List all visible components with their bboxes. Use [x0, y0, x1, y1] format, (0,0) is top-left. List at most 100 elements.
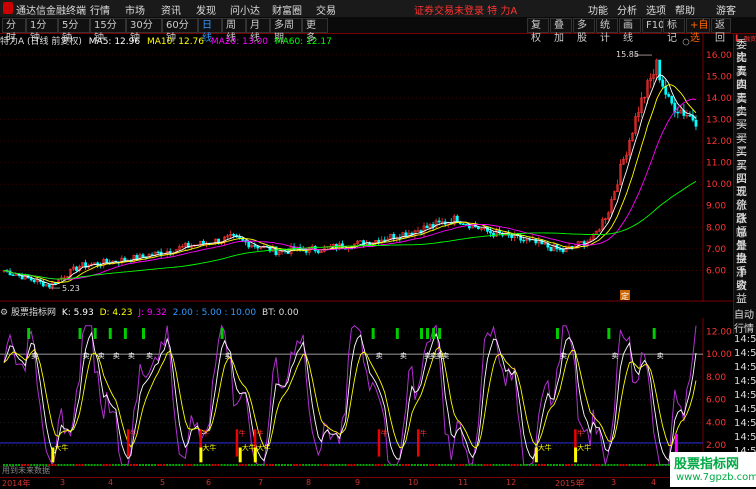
signal-dot: [413, 464, 416, 467]
price-chart[interactable]: 16.00 15.00 14.00 13.00 12.00 11.00 10.00 9.00 8…: [0, 34, 733, 302]
indicator-chart[interactable]: 12.0010.008.006.004.002.00卖卖卖卖卖卖卖卖卖卖卖卖卖卖…: [0, 318, 733, 477]
period-tab-4[interactable]: 30分钟: [126, 18, 162, 44]
signal-dot: [622, 464, 625, 467]
date-label-14: 4: [651, 478, 657, 487]
period-tab-9[interactable]: 多周期: [270, 18, 302, 44]
indicator-settings-icon[interactable]: ⚙: [0, 308, 8, 318]
period-tab-1[interactable]: 1分钟: [26, 18, 58, 44]
date-label-13: 3: [611, 478, 617, 487]
signal-dot: [151, 464, 154, 467]
signal-dot: [271, 464, 274, 467]
period-tab-8[interactable]: 月线: [246, 18, 270, 44]
price-y-tick: 12.00: [706, 137, 732, 147]
signal-dot: [129, 464, 132, 467]
period-tab-2[interactable]: 5分钟: [58, 18, 90, 44]
signal-dot: [311, 464, 314, 467]
ma20-line: [3, 98, 697, 281]
signal-dot: [184, 464, 187, 467]
signal-dot: [281, 464, 283, 467]
toolbar-button-8[interactable]: 返回: [711, 18, 731, 44]
menu-item-analysis[interactable]: 分析: [617, 2, 637, 17]
menu-item-wealth[interactable]: 财富圈: [272, 2, 302, 17]
menu-item-market-list[interactable]: 市场: [125, 2, 145, 17]
toolbar-button-3[interactable]: 统计: [596, 18, 618, 44]
signal-dot: [628, 464, 631, 467]
toolbar-button-1[interactable]: 叠加: [550, 18, 572, 44]
candle-body: [694, 119, 698, 127]
signal-dot: [531, 464, 534, 467]
sell-flag: [220, 327, 224, 339]
signal-dot: [93, 464, 96, 467]
time-label-0: 自动: [734, 310, 754, 321]
toolbar-button-4[interactable]: 画线: [619, 18, 641, 44]
sell-flag: [27, 327, 31, 339]
signal-dot: [299, 464, 302, 467]
signal-dot: [655, 464, 658, 467]
period-tab-5[interactable]: 60分钟: [162, 18, 198, 44]
big-bull-label: 大牛: [242, 443, 256, 452]
signal-dot: [549, 464, 552, 467]
candle-body: [32, 279, 36, 283]
signal-dot: [465, 464, 468, 467]
menu-item-options[interactable]: 选项: [646, 2, 666, 17]
signal-dot: [341, 464, 344, 467]
period-tab-0[interactable]: 分时: [2, 18, 26, 44]
signal-dot: [102, 464, 105, 467]
sell-flag: [395, 327, 399, 339]
signal-dot: [81, 464, 84, 467]
sell-label: 卖: [442, 352, 449, 360]
toolbar-button-2[interactable]: 多股: [573, 18, 595, 44]
signal-dot: [277, 464, 280, 467]
price-y-tick: 16.00: [706, 51, 732, 61]
signal-dot: [398, 464, 401, 467]
time-label-4: 14:56: [734, 362, 756, 373]
bt-value: BT: 0.00: [262, 308, 299, 318]
menu-item-function[interactable]: 功能: [588, 2, 608, 17]
candle-body: [670, 96, 674, 104]
toolbar-button-0[interactable]: 复权: [527, 18, 549, 44]
signal-dot: [117, 464, 120, 467]
signal-dot: [347, 464, 350, 467]
toolbar-button-5[interactable]: F10: [642, 18, 664, 33]
signal-dot: [217, 464, 220, 467]
menu-item-news[interactable]: 资讯: [161, 2, 181, 17]
period-tab-10[interactable]: 更多: [302, 18, 328, 44]
toolbar-button-7[interactable]: +自选: [686, 18, 710, 44]
signal-dot: [296, 464, 299, 467]
candle-body: [141, 254, 145, 258]
user-guest[interactable]: 游客: [716, 2, 736, 17]
signal-dot: [444, 464, 447, 467]
candle-body: [464, 223, 468, 226]
menu-item-discover[interactable]: 发现: [196, 2, 216, 17]
period-tab-3[interactable]: 15分钟: [90, 18, 126, 44]
signal-dot: [154, 464, 157, 467]
signal-dot: [613, 464, 616, 467]
signal-dot: [145, 464, 148, 467]
date-label-3: 5: [160, 478, 166, 487]
signal-dot: [540, 464, 543, 467]
signal-dot: [368, 464, 371, 467]
signal-dot: [447, 464, 450, 467]
sell-label: 卖: [128, 352, 135, 360]
date-label-6: 8: [306, 478, 312, 487]
period-tab-6[interactable]: 日线: [198, 18, 222, 44]
signal-dot: [229, 464, 232, 467]
signal-dot: [247, 464, 250, 467]
menu-item-ask[interactable]: 问小达: [230, 2, 260, 17]
bull-label: 牛: [202, 428, 209, 437]
signal-dot: [568, 464, 571, 467]
toolbar-button-6[interactable]: 标记: [663, 18, 685, 44]
sell-label: 卖: [225, 352, 232, 360]
candle-body: [664, 86, 668, 95]
signal-dot: [477, 464, 480, 467]
signal-dot: [253, 464, 256, 467]
menu-item-market[interactable]: 行情: [90, 2, 110, 17]
signal-dot: [565, 464, 568, 467]
menu-item-help[interactable]: 帮助: [675, 2, 695, 17]
menu-item-trade[interactable]: 交易: [316, 2, 336, 17]
signal-dot: [619, 464, 622, 467]
sell-flag: [371, 327, 375, 339]
period-tab-7[interactable]: 周线: [222, 18, 246, 44]
signal-dot: [235, 464, 238, 467]
signal-dot: [420, 464, 422, 467]
